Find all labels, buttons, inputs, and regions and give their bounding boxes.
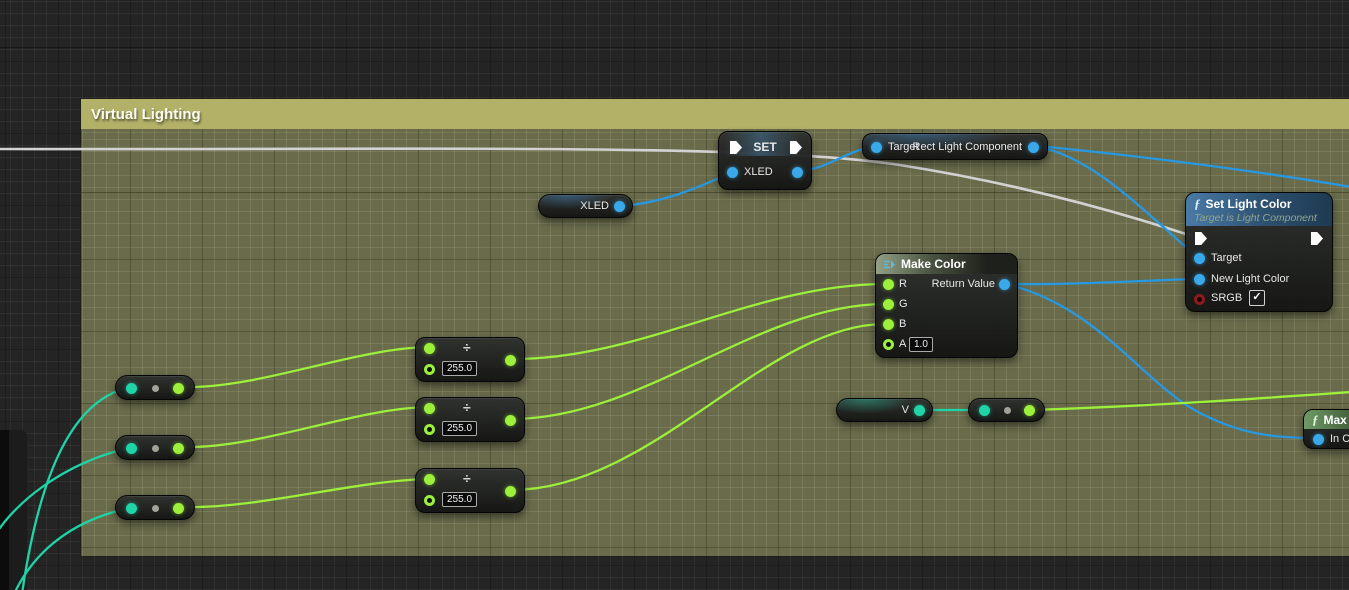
comment-body: [81, 129, 1349, 556]
b-label: B: [899, 318, 906, 330]
target-input-pin[interactable]: [1194, 253, 1205, 264]
conversion-input-pin[interactable]: [126, 383, 137, 394]
set-light-color-header: ƒ Set Light Color Target is Light Compon…: [1186, 193, 1332, 226]
make-struct-icon: [883, 259, 896, 270]
rect-light-output-pin[interactable]: [1028, 142, 1039, 153]
divisor-input-pin[interactable]: [424, 424, 435, 435]
exec-out-pin[interactable]: [1311, 232, 1323, 245]
divide-output-pin[interactable]: [505, 486, 516, 497]
max-input-pin[interactable]: [1313, 434, 1324, 445]
conversion-dot-icon: [152, 505, 159, 512]
conversion-dot-icon: [152, 385, 159, 392]
new-light-color-label: New Light Color: [1211, 273, 1289, 285]
blueprint-graph-canvas[interactable]: Virtual Lighting SET XLED: [0, 0, 1349, 590]
node-set-light-color[interactable]: ƒ Set Light Color Target is Light Compon…: [1185, 192, 1333, 312]
srgb-label: SRGB: [1211, 292, 1242, 304]
node-conversion-g[interactable]: [115, 435, 195, 460]
node-divide-g[interactable]: ÷ 255.0: [415, 397, 525, 442]
conversion-input-pin[interactable]: [979, 405, 990, 416]
comment-title-bar[interactable]: Virtual Lighting: [81, 99, 1349, 129]
max-title: Max (: [1324, 413, 1349, 427]
comment-box-virtual-lighting[interactable]: Virtual Lighting: [80, 98, 1349, 557]
g-label: G: [899, 298, 908, 310]
new-light-color-input-pin[interactable]: [1194, 274, 1205, 285]
set-light-color-subtitle: Target is Light Component: [1194, 212, 1317, 224]
conversion-dot-icon: [152, 445, 159, 452]
conversion-input-pin[interactable]: [126, 443, 137, 454]
function-icon: ƒ: [1312, 412, 1319, 428]
conversion-output-pin[interactable]: [173, 383, 184, 394]
node-xled-getter[interactable]: XLED: [538, 194, 633, 218]
conversion-input-pin[interactable]: [126, 503, 137, 514]
divisor-input-pin[interactable]: [424, 364, 435, 375]
node-divide-b[interactable]: ÷ 255.0: [415, 468, 525, 513]
divisor-value-input[interactable]: 255.0: [442, 421, 477, 436]
node-max-function[interactable]: ƒ Max ( In Col: [1303, 409, 1349, 449]
comment-title: Virtual Lighting: [91, 106, 201, 123]
divide-output-pin[interactable]: [505, 415, 516, 426]
srgb-checkbox[interactable]: ✓: [1249, 290, 1265, 306]
node-conversion-r[interactable]: [115, 375, 195, 400]
rect-light-output-label: Rect Light Component: [913, 141, 1022, 153]
return-value-label: Return Value: [932, 278, 995, 290]
node-rect-light-component[interactable]: Target Rect Light Component: [862, 133, 1048, 160]
exec-in-pin[interactable]: [1195, 232, 1207, 245]
xled-output-pin[interactable]: [792, 167, 803, 178]
r-label: R: [899, 278, 907, 290]
xled-input-label: XLED: [744, 166, 773, 178]
srgb-input-pin[interactable]: [1194, 294, 1205, 305]
node-v-getter[interactable]: V: [836, 398, 933, 422]
divide-operator-icon: ÷: [463, 340, 471, 354]
node-set-xled[interactable]: SET XLED: [718, 131, 812, 190]
return-value-pin[interactable]: [999, 279, 1010, 290]
node-make-color[interactable]: Make Color R G B A 1.0 Return Value: [875, 253, 1018, 358]
v-getter-output-pin[interactable]: [914, 405, 925, 416]
dividend-input-pin[interactable]: [424, 403, 435, 414]
make-color-header: Make Color: [876, 254, 1017, 274]
g-input-pin[interactable]: [883, 299, 894, 310]
node-conversion-b[interactable]: [115, 495, 195, 520]
b-input-pin[interactable]: [883, 319, 894, 330]
node-divide-r[interactable]: ÷ 255.0: [415, 337, 525, 382]
alpha-value-input[interactable]: 1.0: [909, 337, 933, 352]
v-getter-label: V: [902, 404, 909, 416]
divide-operator-icon: ÷: [463, 471, 471, 485]
divisor-value-input[interactable]: 255.0: [442, 492, 477, 507]
xled-input-pin[interactable]: [727, 167, 738, 178]
divide-output-pin[interactable]: [505, 355, 516, 366]
divisor-input-pin[interactable]: [424, 495, 435, 506]
a-label: A: [899, 338, 906, 350]
make-color-title: Make Color: [901, 257, 966, 271]
xled-getter-label: XLED: [580, 200, 609, 212]
function-icon: ƒ: [1194, 196, 1201, 212]
target-input-pin[interactable]: [871, 142, 882, 153]
node-conversion-v[interactable]: [968, 398, 1045, 422]
target-label: Target: [1211, 252, 1242, 264]
xled-getter-output-pin[interactable]: [614, 201, 625, 212]
conversion-output-pin[interactable]: [173, 443, 184, 454]
divide-operator-icon: ÷: [463, 400, 471, 414]
set-light-color-title: Set Light Color: [1206, 197, 1292, 211]
divisor-value-input[interactable]: 255.0: [442, 361, 477, 376]
dividend-input-pin[interactable]: [424, 474, 435, 485]
max-header: ƒ Max (: [1304, 410, 1349, 429]
conversion-output-pin[interactable]: [173, 503, 184, 514]
dividend-input-pin[interactable]: [424, 343, 435, 354]
max-input-label: In Col: [1330, 433, 1349, 445]
r-input-pin[interactable]: [883, 279, 894, 290]
conversion-dot-icon: [1004, 407, 1011, 414]
a-input-pin[interactable]: [883, 339, 894, 350]
offscreen-node-edge: [0, 430, 27, 590]
conversion-output-pin[interactable]: [1024, 405, 1035, 416]
